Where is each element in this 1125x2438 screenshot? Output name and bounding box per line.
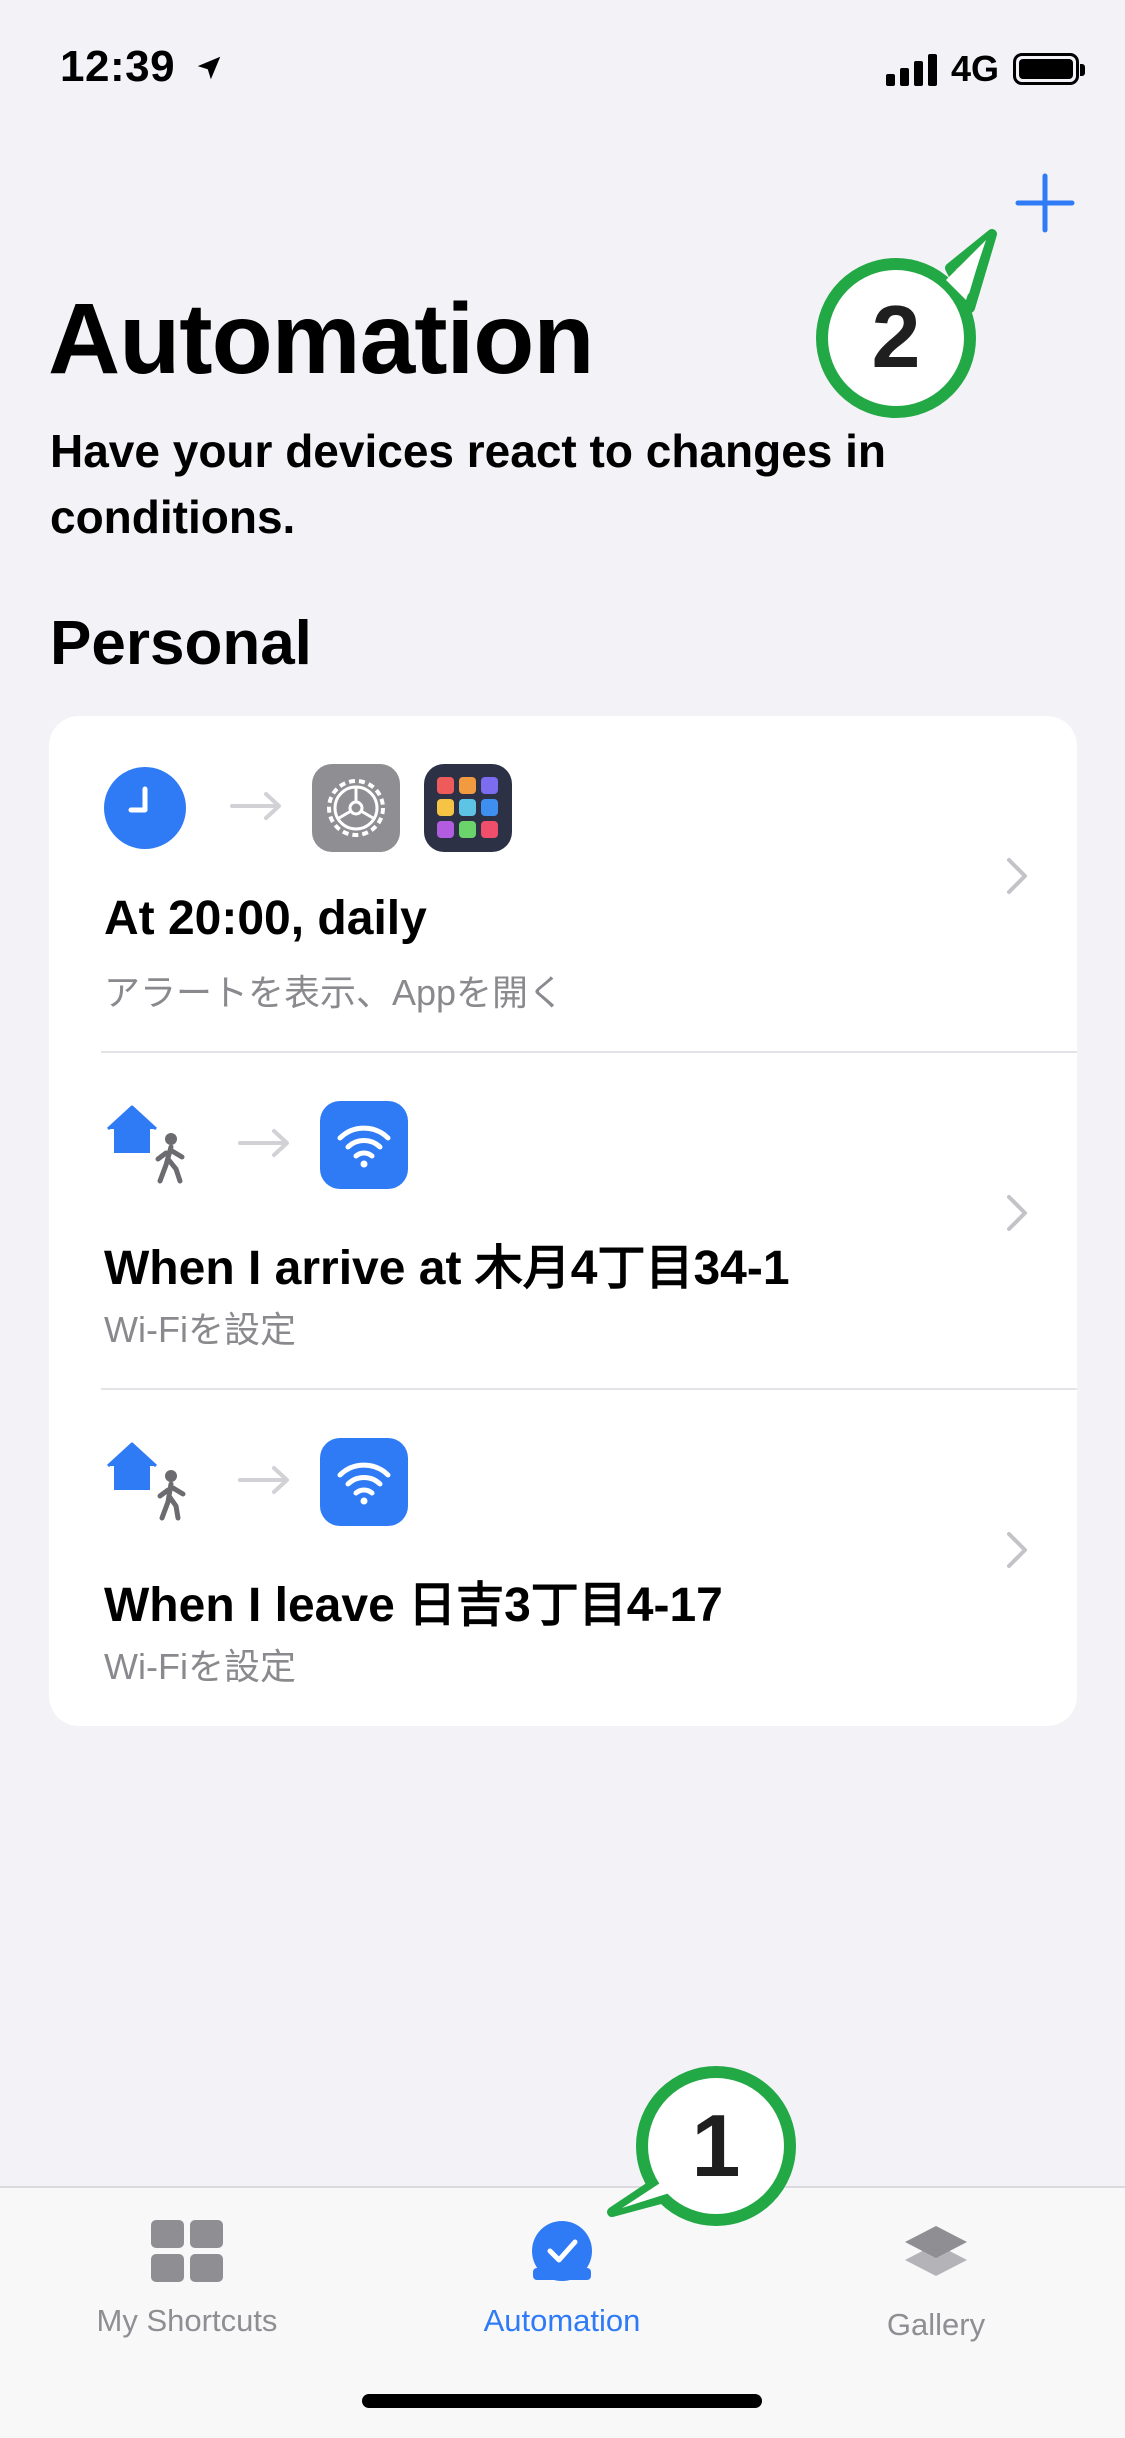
battery-icon: [1013, 53, 1085, 85]
callout-bubble: 2: [816, 229, 997, 418]
tab-my-shortcuts[interactable]: My Shortcuts: [37, 2218, 337, 2339]
page-title: Automation: [48, 283, 594, 395]
home-leave-icon: [104, 1436, 194, 1529]
callout-number: 1: [692, 2096, 741, 2195]
status-indicators: 4G: [885, 48, 1085, 90]
callout-1: 1: [600, 2050, 820, 2245]
page-subtitle: Have your devices react to changes in co…: [50, 425, 887, 543]
tab-gallery[interactable]: Gallery: [786, 2218, 1086, 2343]
automation-subtitle: アラートを表示、Appを開く: [104, 972, 565, 1013]
layers-icon: [901, 2226, 971, 2292]
home-indicator: [362, 2394, 762, 2408]
grid-icon: [149, 2220, 225, 2288]
chevron-right-icon: [1005, 856, 1029, 901]
wifi-icon: [320, 1101, 408, 1189]
chevron-right-icon: [1005, 1193, 1029, 1238]
automation-title: At 20:00, daily: [104, 892, 427, 945]
home-arrive-icon: [104, 1099, 194, 1192]
automation-row-daily[interactable]: At 20:00, daily アラートを表示、Appを開く: [49, 716, 1077, 1053]
tab-label: Automation: [483, 2303, 641, 2338]
checkmark-circle-icon: [527, 2221, 597, 2288]
wifi-icon: [320, 1438, 408, 1526]
tab-label: Gallery: [886, 2307, 986, 2342]
location-arrow-icon: [194, 44, 224, 94]
network-type: 4G: [950, 48, 999, 89]
automations-list: At 20:00, daily アラートを表示、Appを開く When I ar…: [49, 716, 1077, 1726]
automation-row-arrive[interactable]: When I arrive at 木月4丁目34-1 Wi-Fiを設定: [49, 1053, 1077, 1390]
tab-label: My Shortcuts: [96, 2303, 278, 2338]
section-title-personal: Personal: [50, 609, 312, 678]
automation-subtitle: Wi-Fiを設定: [104, 1309, 296, 1350]
automation-icons: [104, 764, 512, 852]
arrow-right-icon: [238, 1465, 290, 1500]
arrow-right-icon: [238, 1128, 290, 1163]
status-time-text: 12:39: [60, 42, 176, 91]
automation-icons: [104, 1101, 408, 1189]
callout-2: 2: [800, 220, 1010, 435]
settings-icon: [312, 764, 400, 852]
automation-row-leave[interactable]: When I leave 日吉3丁目4-17 Wi-Fiを設定: [49, 1390, 1077, 1726]
automation-title: When I arrive at 木月4丁目34-1: [104, 1242, 790, 1295]
arrow-right-icon: [230, 791, 282, 826]
app-launcher-icon: [424, 764, 512, 852]
callout-number: 2: [872, 287, 921, 386]
clock-icon: [104, 767, 186, 849]
automation-icons: [104, 1438, 408, 1526]
automation-title: When I leave 日吉3丁目4-17: [104, 1579, 723, 1632]
status-time: 12:39: [60, 42, 224, 94]
plus-icon[interactable]: [1010, 168, 1080, 238]
cellular-signal-icon: [885, 52, 937, 86]
automation-subtitle: Wi-Fiを設定: [104, 1646, 296, 1687]
chevron-right-icon: [1005, 1530, 1029, 1575]
callout-bubble: 1: [607, 2066, 796, 2226]
